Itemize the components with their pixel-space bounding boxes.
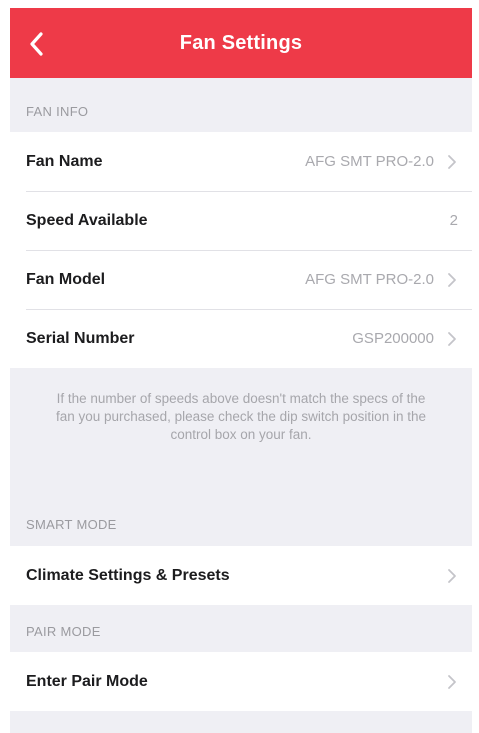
speed-mismatch-note: If the number of speeds above doesn't ma… [56,391,426,442]
fan-model-value: AFG SMT PRO-2.0 [305,271,434,288]
serial-number-label: Serial Number [26,329,135,347]
page-title: Fan Settings [179,31,303,54]
enter-pair-mode-label: Enter Pair Mode [26,672,148,690]
nav-bar: Fan Settings [10,8,472,78]
section-header-pair-mode: PAIR MODE [26,624,101,639]
speed-available-value: 2 [449,212,458,229]
fan-model-label: Fan Model [26,270,106,288]
section-header-fan-info: FAN INFO [26,104,89,119]
enter-pair-mode-row[interactable]: Enter Pair Mode [10,652,472,711]
section-header-smart-mode: SMART MODE [26,517,117,532]
speed-available-row: Speed Available 2 [10,191,472,250]
pair-mode-group: Enter Pair Mode [10,652,472,711]
fan-name-row[interactable]: Fan Name AFG SMT PRO-2.0 [10,132,472,191]
fan-info-group: Fan Name AFG SMT PRO-2.0 Speed Available… [10,132,472,368]
chevron-right-icon [446,673,458,691]
smart-mode-group: Climate Settings & Presets [10,546,472,605]
serial-number-row[interactable]: Serial Number GSP200000 [10,309,472,368]
serial-number-value: GSP200000 [352,330,434,347]
chevron-right-icon [446,153,458,171]
speed-available-label: Speed Available [26,211,148,229]
chevron-right-icon [446,567,458,585]
fan-name-label: Fan Name [26,152,103,170]
fan-name-value: AFG SMT PRO-2.0 [305,153,434,170]
fan-settings-screen: Fan Settings FAN INFO Fan Name AFG SMT P… [10,8,472,733]
climate-settings-row[interactable]: Climate Settings & Presets [10,546,472,605]
fan-model-row[interactable]: Fan Model AFG SMT PRO-2.0 [10,250,472,309]
chevron-right-icon [446,271,458,289]
climate-settings-label: Climate Settings & Presets [26,566,230,584]
chevron-right-icon [446,330,458,348]
